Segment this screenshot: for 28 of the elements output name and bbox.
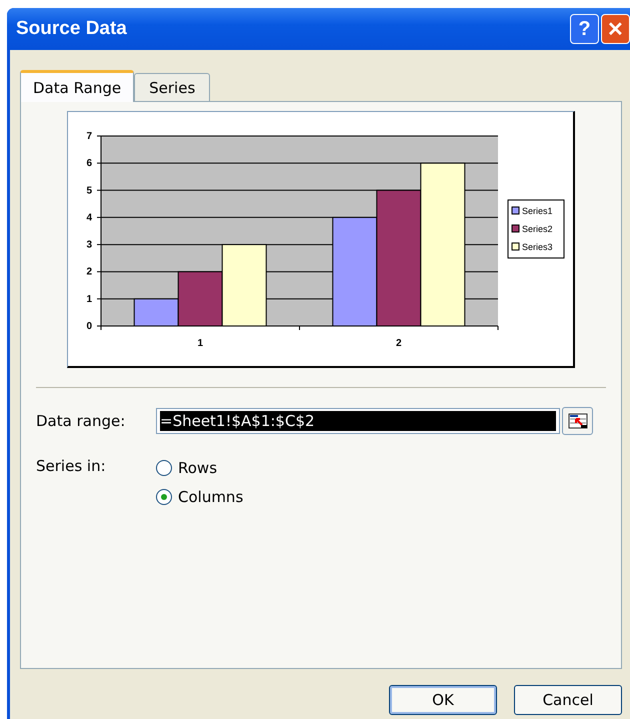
ok-button[interactable]: OK bbox=[389, 685, 497, 715]
range-select-icon bbox=[568, 412, 588, 430]
collapse-dialog-button[interactable] bbox=[562, 407, 593, 435]
axis-label: 3 bbox=[86, 240, 92, 251]
range-field[interactable]: =Sheet1!$A$1:$C$2 bbox=[156, 408, 560, 434]
axis-label: 2 bbox=[86, 266, 92, 278]
axis-label: 6 bbox=[86, 158, 92, 170]
legend-label: Series3 bbox=[522, 242, 553, 252]
radio-option[interactable]: Rows bbox=[156, 459, 244, 477]
legend bbox=[508, 200, 564, 258]
cancel-button[interactable]: Cancel bbox=[514, 685, 622, 715]
axis-label: 4 bbox=[86, 212, 92, 224]
axis-label: 1 bbox=[86, 294, 92, 305]
axis-label: 0 bbox=[86, 321, 92, 332]
axis-label: 5 bbox=[86, 185, 92, 196]
tab[interactable]: Series bbox=[134, 73, 210, 101]
axis-label: 2 bbox=[396, 338, 402, 349]
window-title: Source Data bbox=[16, 18, 127, 40]
axis-label: 1 bbox=[197, 338, 204, 349]
field-label: Data range: bbox=[36, 412, 126, 430]
field-label: Series in: bbox=[36, 457, 107, 475]
help-button[interactable]: ? bbox=[570, 14, 599, 44]
legend-label: Series1 bbox=[522, 206, 553, 216]
radio-option[interactable]: Columns bbox=[156, 488, 244, 506]
axis-label: 7 bbox=[86, 131, 92, 142]
legend-label: Series2 bbox=[522, 224, 553, 234]
tab[interactable]: Data Range bbox=[20, 70, 134, 102]
close-button[interactable]: ✕ bbox=[601, 14, 630, 44]
